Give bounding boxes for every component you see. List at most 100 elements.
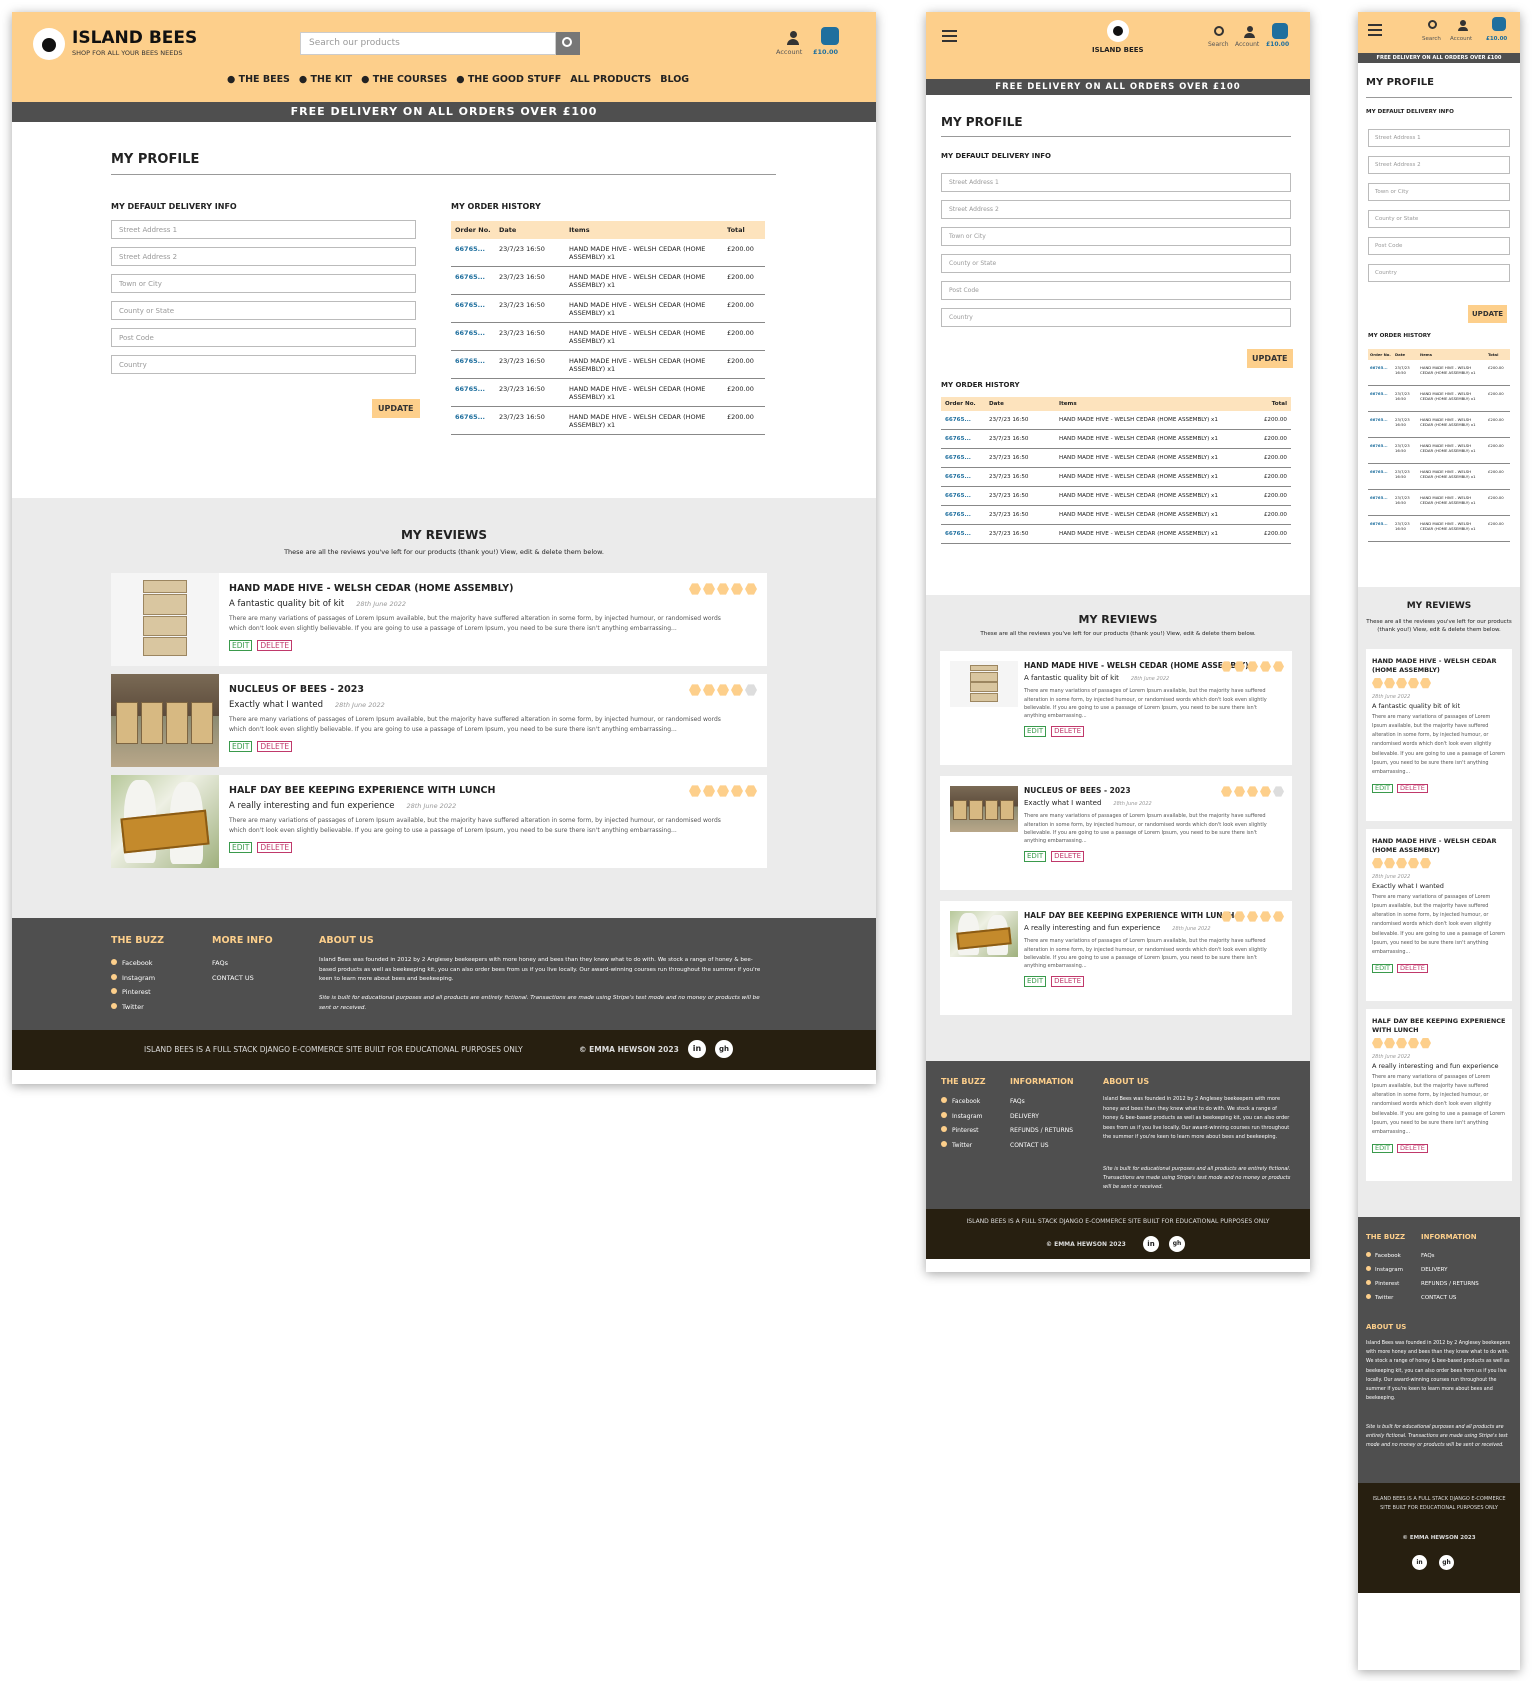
faqs-link[interactable]: FAQs (1421, 1249, 1479, 1263)
basket-total[interactable]: £10.00 (813, 48, 838, 56)
postcode-field[interactable]: Post Code (111, 328, 416, 347)
order-number-link[interactable]: 66765... (1368, 489, 1393, 516)
review-image-frame[interactable] (111, 775, 219, 868)
edit-button[interactable]: EDIT (229, 740, 253, 752)
review-title[interactable]: HAND MADE HIVE - WELSH CEDAR (HOME ASSEM… (229, 583, 739, 595)
nav-the-good-stuff[interactable]: ● THE GOOD STUFF (456, 74, 561, 85)
menu-icon[interactable] (942, 30, 957, 42)
menu-icon[interactable] (1368, 24, 1382, 36)
order-number-link[interactable]: 66765... (451, 266, 495, 295)
order-number-link[interactable]: 66765... (1368, 385, 1393, 412)
twitter-link[interactable]: Twitter (111, 1000, 155, 1015)
account-icon[interactable] (787, 31, 799, 45)
linkedin-icon[interactable]: in (1143, 1236, 1159, 1252)
contact-link[interactable]: CONTACT US (1421, 1291, 1479, 1305)
basket-icon[interactable] (1492, 17, 1506, 31)
basket-icon[interactable] (821, 27, 839, 45)
faqs-link[interactable]: FAQs (1010, 1095, 1073, 1110)
facebook-link[interactable]: Facebook (111, 956, 155, 971)
street-address-2-field[interactable]: Street Address 2 (941, 200, 1291, 219)
street-address-1-field[interactable]: Street Address 1 (941, 173, 1291, 192)
review-title[interactable]: HAND MADE HIVE - WELSH CEDAR (HOME ASSEM… (1372, 837, 1506, 855)
search-label[interactable]: Search (1422, 36, 1441, 42)
pinterest-link[interactable]: Pinterest (111, 985, 155, 1000)
update-button[interactable]: UPDATE (1247, 349, 1293, 368)
twitter-link[interactable]: Twitter (941, 1139, 983, 1154)
order-number-link[interactable]: 66765... (451, 406, 495, 435)
order-number-link[interactable]: 66765... (941, 486, 985, 506)
update-button[interactable]: UPDATE (372, 399, 420, 418)
account-label[interactable]: Account (776, 48, 802, 56)
refunds-link[interactable]: REFUNDS / RETURNS (1421, 1277, 1479, 1291)
search-icon[interactable] (1428, 20, 1437, 29)
street-address-2-field[interactable]: Street Address 2 (1368, 156, 1510, 174)
street-address-1-field[interactable]: Street Address 1 (111, 220, 416, 239)
delete-button[interactable]: DELETE (1397, 783, 1428, 794)
order-number-link[interactable]: 66765... (451, 322, 495, 351)
review-image-frame[interactable] (950, 911, 1018, 957)
edit-button[interactable]: EDIT (1372, 783, 1393, 794)
postcode-field[interactable]: Post Code (941, 281, 1291, 300)
nav-the-bees[interactable]: ● THE BEES (227, 74, 290, 85)
delivery-link[interactable]: DELIVERY (1421, 1263, 1479, 1277)
review-title[interactable]: NUCLEUS OF BEES - 2023 (229, 684, 739, 696)
order-number-link[interactable]: 66765... (941, 467, 985, 487)
delete-button[interactable]: DELETE (1051, 726, 1084, 737)
edit-button[interactable]: EDIT (1024, 976, 1047, 987)
delivery-link[interactable]: DELIVERY (1010, 1110, 1073, 1125)
search-button[interactable] (556, 32, 580, 55)
country-field[interactable]: Country (111, 355, 416, 374)
edit-button[interactable]: EDIT (229, 841, 253, 853)
county-field[interactable]: County or State (941, 254, 1291, 273)
country-field[interactable]: Country (1368, 264, 1510, 282)
basket-total[interactable]: £10.00 (1486, 36, 1507, 42)
nav-all-products[interactable]: ALL PRODUCTS (570, 74, 651, 85)
bee-logo-icon[interactable] (1107, 20, 1129, 42)
edit-button[interactable]: EDIT (1372, 963, 1393, 974)
order-number-link[interactable]: 66765... (941, 448, 985, 468)
street-address-2-field[interactable]: Street Address 2 (111, 247, 416, 266)
delete-button[interactable]: DELETE (257, 740, 293, 752)
contact-link[interactable]: CONTACT US (1010, 1139, 1073, 1154)
order-number-link[interactable]: 66765... (1368, 437, 1393, 464)
order-number-link[interactable]: 66765... (1368, 515, 1393, 542)
delete-button[interactable]: DELETE (1051, 851, 1084, 862)
brand-name[interactable]: ISLAND BEES (72, 28, 197, 48)
bee-logo-icon[interactable] (33, 28, 65, 60)
order-number-link[interactable]: 66765... (941, 429, 985, 449)
order-number-link[interactable]: 66765... (451, 378, 495, 407)
pinterest-link[interactable]: Pinterest (941, 1124, 983, 1139)
brand-name[interactable]: ISLAND BEES (1092, 46, 1144, 54)
edit-button[interactable]: EDIT (229, 639, 253, 651)
linkedin-icon[interactable]: in (688, 1040, 706, 1058)
review-title[interactable]: HALF DAY BEE KEEPING EXPERIENCE WITH LUN… (1372, 1017, 1506, 1035)
country-field[interactable]: Country (941, 308, 1291, 327)
nav-the-courses[interactable]: ● THE COURSES (361, 74, 447, 85)
review-image-frame[interactable] (950, 786, 1018, 832)
delete-button[interactable]: DELETE (1397, 1143, 1428, 1154)
facebook-link[interactable]: Facebook (1366, 1249, 1403, 1263)
review-image-frame[interactable] (950, 661, 1018, 707)
review-title[interactable]: HAND MADE HIVE - WELSH CEDAR (HOME ASSEM… (1372, 657, 1506, 675)
contact-link[interactable]: CONTACT US (212, 971, 254, 986)
account-label[interactable]: Account (1235, 41, 1259, 48)
faqs-link[interactable]: FAQs (212, 956, 254, 971)
search-label[interactable]: Search (1208, 41, 1229, 48)
github-icon[interactable]: gh (1169, 1236, 1185, 1252)
basket-icon[interactable] (1272, 23, 1288, 39)
street-address-1-field[interactable]: Street Address 1 (1368, 129, 1510, 147)
order-number-link[interactable]: 66765... (1368, 360, 1393, 386)
delete-button[interactable]: DELETE (257, 841, 293, 853)
account-icon[interactable] (1458, 20, 1468, 31)
edit-button[interactable]: EDIT (1024, 851, 1047, 862)
order-number-link[interactable]: 66765... (451, 350, 495, 379)
review-image-frame[interactable] (111, 573, 219, 666)
instagram-link[interactable]: Instagram (941, 1110, 983, 1125)
order-number-link[interactable]: 66765... (451, 239, 495, 267)
instagram-link[interactable]: Instagram (1366, 1263, 1403, 1277)
nav-blog[interactable]: BLOG (660, 74, 689, 85)
account-icon[interactable] (1244, 26, 1255, 38)
refunds-link[interactable]: REFUNDS / RETURNS (1010, 1124, 1073, 1139)
nav-the-kit[interactable]: ● THE KIT (299, 74, 352, 85)
edit-button[interactable]: EDIT (1024, 726, 1047, 737)
